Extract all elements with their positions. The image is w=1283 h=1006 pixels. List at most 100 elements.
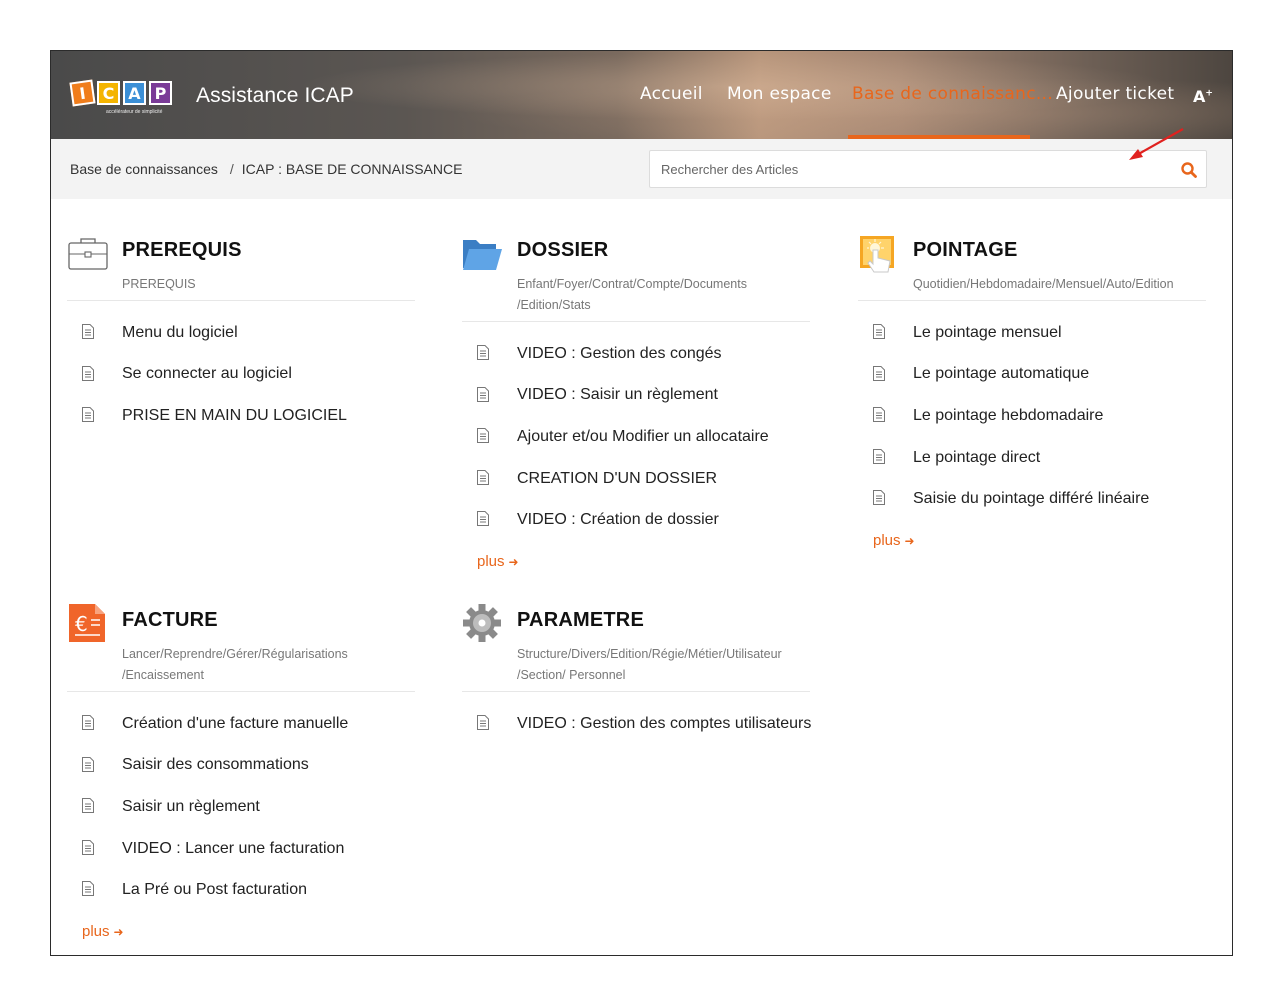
subtitle-line: Structure/Divers/Edition/Régie/Métier/Ut… <box>517 647 782 661</box>
logo-letter: P <box>149 81 172 105</box>
pointage-touch-icon <box>860 236 894 273</box>
logo-letter: C <box>97 81 120 105</box>
document-icon <box>477 345 489 360</box>
category-title[interactable]: PARAMETRE <box>517 609 644 632</box>
more-link[interactable]: plus ➜ <box>873 532 915 549</box>
document-icon <box>82 798 94 814</box>
article-title: VIDEO : Lancer une facturation <box>122 839 345 857</box>
site-header: I C A P accélérateur de simplicité Assis… <box>51 51 1232 139</box>
logo-letter: A <box>123 81 146 105</box>
divider <box>858 300 1206 301</box>
divider <box>67 691 415 692</box>
category-title[interactable]: POINTAGE <box>913 239 1018 262</box>
divider <box>462 691 810 692</box>
annotation-arrow-icon <box>1129 128 1184 160</box>
icap-logo[interactable]: I C A P accélérateur de simplicité <box>69 79 175 119</box>
breadcrumb-separator: / <box>229 161 234 177</box>
breadcrumb-bar: Base de connaissances / ICAP : BASE DE CON… <box>51 139 1232 199</box>
document-icon <box>82 407 94 423</box>
document-icon <box>873 365 885 381</box>
document-icon <box>873 407 885 423</box>
more-label: plus <box>873 532 901 549</box>
document-icon <box>82 324 94 339</box>
article-title: La Pré ou Post facturation <box>122 881 307 899</box>
document-icon <box>477 428 489 444</box>
svg-text:€: € <box>75 612 88 636</box>
article-title: Ajouter et/ou Modifier un allocataire <box>517 427 769 445</box>
nav-ajouter-ticket[interactable]: Ajouter ticket <box>1056 84 1174 104</box>
folder-icon <box>463 240 502 270</box>
category-dossier: DOSSIER Enfant/Foyer/Contrat/Compte/Docu… <box>462 237 810 570</box>
category-subtitle: Quotidien/Hebdomadaire/Mensuel/Auto/Edit… <box>913 274 1213 295</box>
document-icon <box>82 715 94 730</box>
active-nav-indicator <box>848 135 1030 139</box>
document-icon <box>82 365 94 381</box>
article-title: VIDEO : Gestion des congés <box>517 344 722 362</box>
subtitle-line: PREREQUIS <box>122 277 196 291</box>
category-subtitle: Enfant/Foyer/Contrat/Compte/Documents /E… <box>517 274 817 315</box>
more-label: plus <box>477 553 505 570</box>
breadcrumb-root-link[interactable]: Base de connaissances <box>70 161 218 177</box>
article-title: Le pointage direct <box>913 448 1041 466</box>
arrow-right-icon: ➜ <box>904 534 915 548</box>
article-title: Création d'une facture manuelle <box>122 714 349 732</box>
document-icon <box>873 490 885 506</box>
euro-invoice-icon: € <box>69 604 105 642</box>
breadcrumb: Base de connaissances / ICAP : BASE DE CON… <box>70 161 462 177</box>
document-icon <box>477 511 489 527</box>
subtitle-line: Enfant/Foyer/Contrat/Compte/Documents <box>517 277 747 291</box>
category-pointage: POINTAGE Quotidien/Hebdomadaire/Mensuel/… <box>858 236 1206 549</box>
article-title: Le pointage hebdomadaire <box>913 406 1104 424</box>
subtitle-line: /Edition/Stats <box>517 297 591 312</box>
document-icon <box>477 469 489 485</box>
font-size-toggle[interactable]: A+ <box>1193 87 1213 106</box>
font-toggle-plus: + <box>1205 88 1213 99</box>
subtitle-line: Quotidien/Hebdomadaire/Mensuel/Auto/Edit… <box>913 277 1174 291</box>
font-toggle-letter: A <box>1193 87 1206 106</box>
article-title: Saisir des consommations <box>122 756 309 774</box>
article-title: Saisie du pointage différé linéaire <box>913 490 1150 508</box>
article-title: CREATION D'UN DOSSIER <box>517 469 718 487</box>
category-parametre: PARAMETRE Structure/Divers/Edition/Régie… <box>462 604 811 732</box>
nav-base-de-connaissance[interactable]: Base de connaissanc... <box>852 84 1053 104</box>
category-title[interactable]: DOSSIER <box>517 239 608 262</box>
document-icon <box>82 839 94 855</box>
arrow-right-icon: ➜ <box>508 555 519 569</box>
subtitle-line: /Section/ Personnel <box>517 667 626 682</box>
more-link[interactable]: plus ➜ <box>477 553 519 570</box>
subtitle-line: Lancer/Reprendre/Gérer/Régularisations <box>122 647 348 661</box>
breadcrumb-current: ICAP : BASE DE CONNAISSANCE <box>241 161 463 177</box>
document-icon <box>873 324 885 339</box>
search-input[interactable] <box>650 151 1170 187</box>
category-facture: € FACTURE Lancer/Reprendre/Gérer/Régular… <box>67 604 415 940</box>
article-title: Le pointage mensuel <box>913 323 1062 341</box>
category-prerequis: PREREQUIS PREREQUIS Menu du logiciel Se … <box>67 237 415 424</box>
article-title: Se connecter au logiciel <box>122 365 292 383</box>
category-title[interactable]: PREREQUIS <box>122 239 242 262</box>
briefcase-icon <box>68 238 108 270</box>
arrow-right-icon: ➜ <box>113 925 124 939</box>
logo-letter: I <box>69 79 96 107</box>
category-title[interactable]: FACTURE <box>122 609 218 632</box>
divider <box>462 321 810 322</box>
document-icon <box>477 386 489 402</box>
search-icon[interactable] <box>1180 161 1198 179</box>
article-title: Menu du logiciel <box>122 323 238 341</box>
more-label: plus <box>82 923 110 940</box>
article-title: VIDEO : Création de dossier <box>517 511 719 529</box>
article-title: PRISE EN MAIN DU LOGICIEL <box>122 406 347 424</box>
subtitle-line: /Encaissement <box>122 667 204 682</box>
category-subtitle: Lancer/Reprendre/Gérer/Régularisations /… <box>122 644 422 685</box>
document-icon <box>873 448 885 464</box>
category-subtitle: PREREQUIS <box>122 274 422 295</box>
gear-icon <box>463 604 501 642</box>
nav-mon-espace[interactable]: Mon espace <box>727 84 832 104</box>
app-window: I C A P accélérateur de simplicité Assis… <box>50 50 1233 956</box>
more-link[interactable]: plus ➜ <box>82 923 124 940</box>
article-title: VIDEO : Saisir un règlement <box>517 386 718 404</box>
nav-accueil[interactable]: Accueil <box>640 84 703 104</box>
document-icon <box>82 881 94 897</box>
article-title: VIDEO : Gestion des comptes utilisateurs <box>517 714 812 732</box>
site-title[interactable]: Assistance ICAP <box>196 84 354 108</box>
document-icon <box>82 756 94 772</box>
